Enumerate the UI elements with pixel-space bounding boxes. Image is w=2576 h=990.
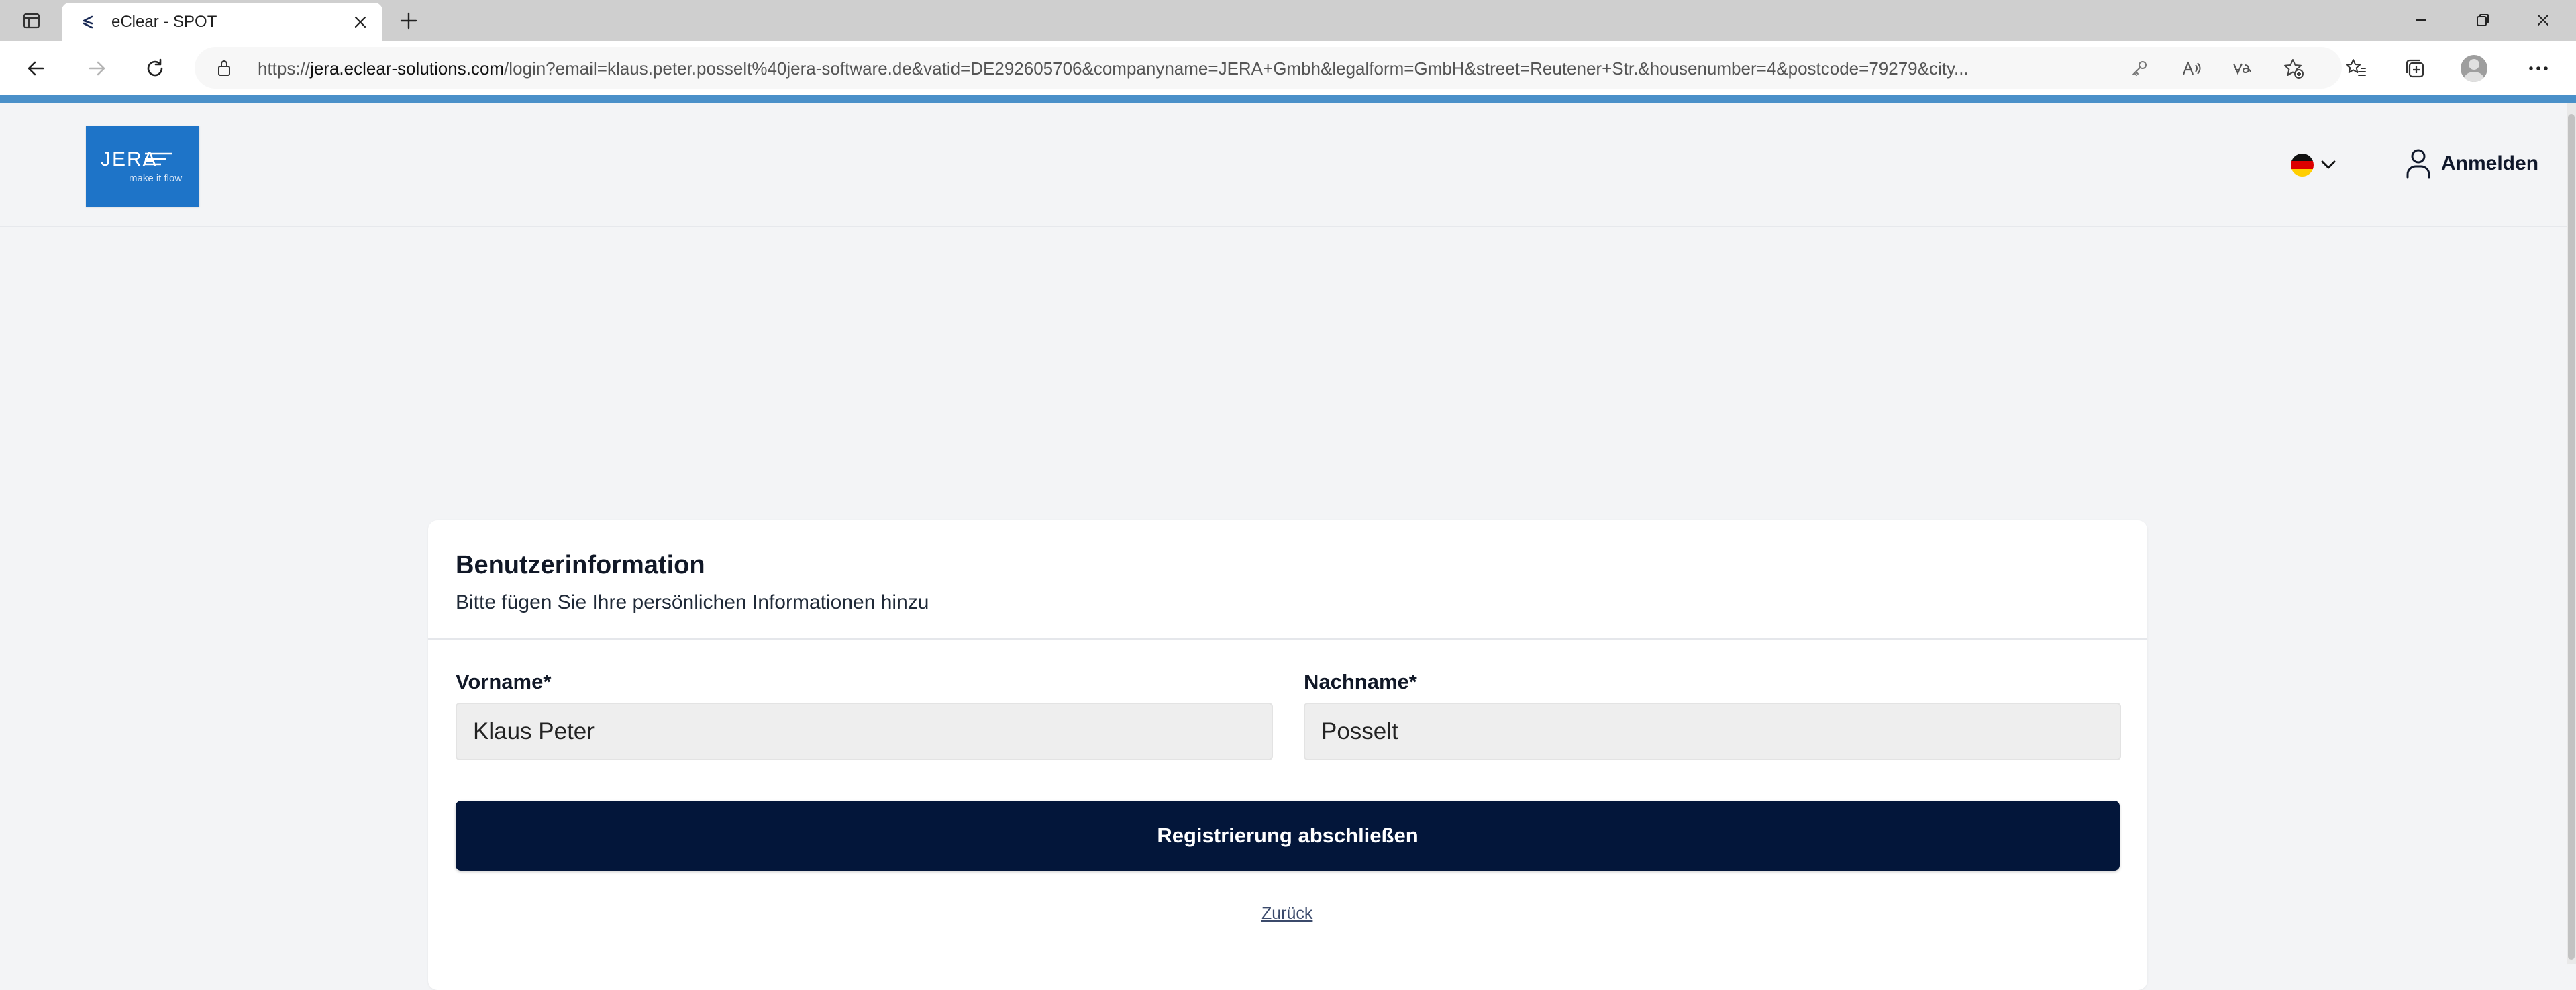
reload-icon[interactable] xyxy=(140,53,170,84)
scrollbar-thumb[interactable] xyxy=(2568,114,2575,960)
browser-tab[interactable]: eClear - SPOT xyxy=(62,3,382,41)
url-host: jera.eclear-solutions.com xyxy=(310,58,505,79)
last-name-label: Nachname* xyxy=(1304,670,1417,693)
site-header: JERA make it flow Anmelden xyxy=(0,103,2567,227)
first-name-field[interactable] xyxy=(456,703,1273,760)
restore-icon[interactable] xyxy=(2463,4,2503,36)
close-window-icon[interactable] xyxy=(2523,4,2563,36)
page-scrollbar[interactable] xyxy=(2567,103,2576,964)
add-favorite-icon[interactable] xyxy=(2281,56,2306,81)
web-page: JERA make it flow Anmelden Benutzerinfor… xyxy=(0,95,2576,990)
card-divider xyxy=(428,638,2147,640)
back-link[interactable]: Zurück xyxy=(1261,904,1312,924)
language-switcher[interactable] xyxy=(2291,150,2345,180)
collections-icon[interactable] xyxy=(2401,54,2429,83)
first-name-label: Vorname* xyxy=(456,670,552,693)
jera-logo[interactable]: JERA make it flow xyxy=(86,126,199,207)
url-text[interactable]: https://jera.eclear-solutions.com/login?… xyxy=(258,58,2110,79)
last-name-field[interactable] xyxy=(1304,703,2121,760)
url-prefix: https:// xyxy=(258,58,311,79)
url-path: /login?email=klaus.peter.posselt%40jera-… xyxy=(504,58,1969,79)
accent-bar xyxy=(0,95,2576,103)
user-info-card: Benutzerinformation Bitte fügen Sie Ihre… xyxy=(428,520,2147,990)
key-icon[interactable] xyxy=(2127,56,2151,81)
eclear-favicon-icon xyxy=(78,12,98,32)
translate-icon[interactable] xyxy=(2230,56,2255,81)
forward-arrow-icon[interactable] xyxy=(82,53,113,84)
read-aloud-icon[interactable] xyxy=(2179,56,2204,81)
login-label: Anmelden xyxy=(2441,152,2539,175)
more-menu-icon[interactable] xyxy=(2524,54,2553,83)
card-subtitle: Bitte fügen Sie Ihre persönlichen Inform… xyxy=(456,591,929,613)
favorites-icon[interactable] xyxy=(2342,54,2370,83)
german-flag-icon xyxy=(2291,154,2314,177)
card-title: Benutzerinformation xyxy=(456,551,705,579)
user-icon xyxy=(2406,149,2430,179)
tab-actions-icon[interactable] xyxy=(17,7,46,35)
back-arrow-icon[interactable] xyxy=(20,53,51,84)
chevron-down-icon xyxy=(2321,160,2336,169)
tab-title: eClear - SPOT xyxy=(111,13,217,31)
logo-tagline: make it flow xyxy=(129,172,183,184)
close-tab-icon[interactable] xyxy=(349,11,372,34)
login-link[interactable]: Anmelden xyxy=(2405,146,2538,181)
logo-lines-icon xyxy=(145,152,172,166)
new-tab-icon[interactable] xyxy=(395,7,423,35)
minimize-icon[interactable] xyxy=(2401,4,2441,36)
profile-avatar-icon[interactable] xyxy=(2460,54,2488,83)
browser-tab-strip: eClear - SPOT xyxy=(0,0,2576,41)
browser-toolbar: https://jera.eclear-solutions.com/login?… xyxy=(0,41,2576,95)
complete-registration-button[interactable]: Registrierung abschließen xyxy=(456,801,2120,871)
address-bar[interactable]: https://jera.eclear-solutions.com/login?… xyxy=(195,47,2342,89)
lock-icon[interactable] xyxy=(215,58,234,77)
